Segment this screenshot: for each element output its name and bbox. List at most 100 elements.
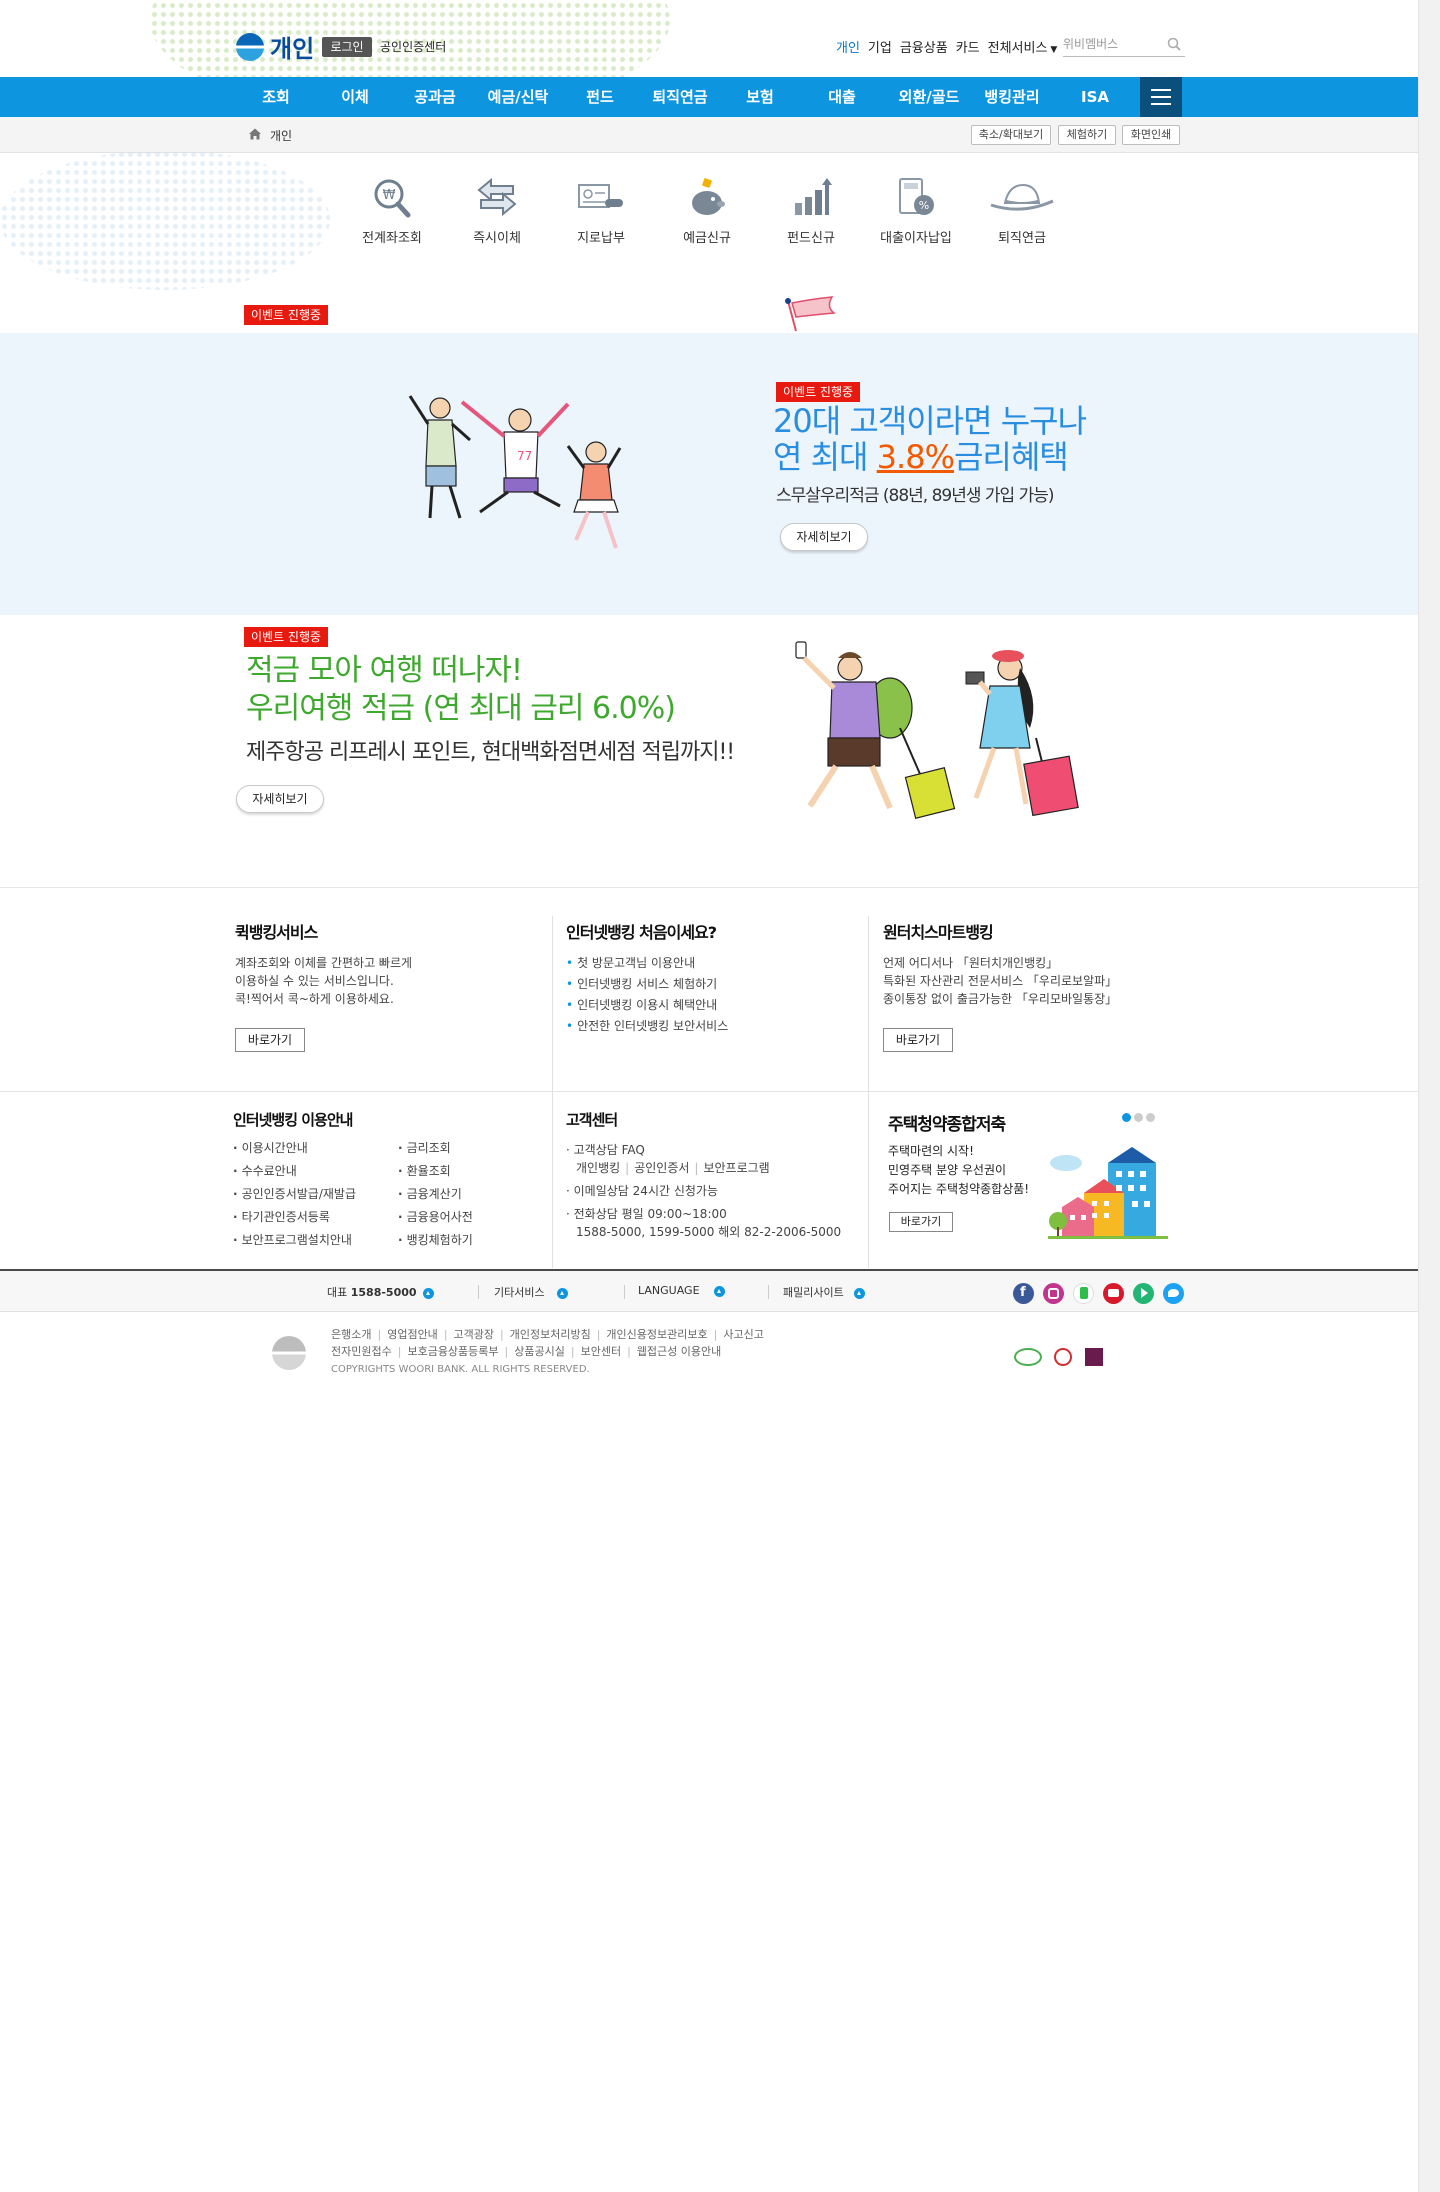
quick-label: 펀드신규 [787, 231, 835, 246]
search-input[interactable] [1063, 33, 1161, 55]
gnb-item-utility[interactable]: 공과금 [395, 77, 475, 117]
promo-go-button[interactable]: 바로가기 [889, 1212, 953, 1232]
guide-link[interactable]: 보안프로그램설치안내 [233, 1229, 356, 1252]
language-toggle[interactable]: LANGUAGE [638, 1284, 725, 1297]
menu-icon[interactable] [1140, 77, 1182, 117]
quick-new-deposit[interactable]: 예금신규 [657, 175, 757, 255]
footer-link[interactable]: 개인정보처리방침 [510, 1328, 591, 1341]
first-time-link[interactable]: 안전한 인터넷뱅킹 보안서비스 [566, 1016, 728, 1037]
top-nav-products[interactable]: 금융상품 [900, 37, 948, 56]
login-button[interactable]: 로그인 [322, 37, 372, 57]
pager-dot-active[interactable] [1122, 1113, 1131, 1122]
gnb-item-loan[interactable]: 대출 [802, 77, 882, 117]
separator: | [377, 1328, 382, 1341]
footer-link[interactable]: 보안센터 [581, 1345, 621, 1358]
footer-link[interactable]: 개인신용정보관리보호 [606, 1328, 707, 1341]
first-time-link[interactable]: 첫 방문고객님 이용안내 [566, 953, 728, 974]
faq-cert-link[interactable]: 공인인증서 [634, 1161, 689, 1175]
faq-personal-link[interactable]: 개인뱅킹 [576, 1161, 620, 1175]
banner1-title: 20대 고객이라면 누구나 연 최대 3.8%금리혜택 [773, 402, 1087, 476]
family-site-toggle[interactable]: 패밀리사이트 [783, 1284, 865, 1300]
expand-up-icon [422, 1287, 434, 1299]
print-button[interactable]: 화면인쇄 [1122, 125, 1180, 145]
banner1-title-line1: 20대 고객이라면 누구나 [773, 402, 1087, 440]
top-nav-all-services[interactable]: 전체서비스 ▼ [988, 37, 1058, 56]
experience-button[interactable]: 체험하기 [1058, 125, 1116, 145]
guide-link[interactable]: 수수료안내 [233, 1160, 356, 1183]
logo-text[interactable]: 개인 [270, 29, 314, 64]
top-nav-corporate[interactable]: 기업 [868, 37, 892, 56]
separator [768, 1285, 769, 1299]
event-banner-1[interactable]: 77 이벤트 진행중 20대 고객이라면 누구나 연 최대 3.8%금리혜택 스… [0, 333, 1418, 615]
gnb-item-insurance[interactable]: 보험 [720, 77, 800, 117]
gnb-item-deposit[interactable]: 예금/신탁 [477, 77, 559, 117]
main-nav: 조회 이체 공과금 예금/신탁 펀드 퇴직연금 보험 대출 외환/골드 뱅킹관리… [0, 77, 1418, 117]
play-icon[interactable] [1133, 1283, 1154, 1304]
quick-loan-interest[interactable]: % 대출이자납입 [866, 175, 966, 255]
banner2-more-button[interactable]: 자세히보기 [236, 785, 324, 813]
guide-link[interactable]: 타기관인증서등록 [233, 1206, 356, 1229]
footer-link[interactable]: 사고신고 [723, 1328, 763, 1341]
guide-link[interactable]: 뱅킹체험하기 [398, 1229, 473, 1252]
other-services-toggle[interactable]: 기타서비스 [494, 1284, 568, 1300]
email-consult-link[interactable]: 이메일상담 [574, 1184, 629, 1198]
guide-link[interactable]: 금리조회 [398, 1137, 473, 1160]
faq-link[interactable]: 고객상담 FAQ [574, 1143, 645, 1157]
apartment-illustration [1048, 1147, 1168, 1239]
youtube-icon[interactable] [1103, 1283, 1124, 1304]
footer-link[interactable]: 보호금융상품등록부 [407, 1345, 498, 1358]
site-header: 개인 로그인 공인인증센터 개인 기업 금융상품 카드 전체서비스 ▼ [0, 0, 1418, 77]
gnb-item-fund[interactable]: 펀드 [560, 77, 640, 117]
customer-center-title: 고객센터 [566, 1111, 618, 1129]
footer-link[interactable]: 전자민원접수 [331, 1345, 392, 1358]
guide-link[interactable]: 이용시간안내 [233, 1137, 356, 1160]
footer-link[interactable]: 웹접근성 이용안내 [637, 1345, 721, 1358]
footer-link[interactable]: 은행소개 [331, 1328, 371, 1341]
quick-giro-payment[interactable]: 지로납부 [551, 175, 651, 255]
guide-link[interactable]: 금융용어사전 [398, 1206, 473, 1229]
gnb-item-isa[interactable]: ISA [1055, 77, 1135, 117]
blog-icon[interactable] [1073, 1283, 1094, 1304]
guide-link[interactable]: 환율조회 [398, 1160, 473, 1183]
first-time-link[interactable]: 인터넷뱅킹 이용시 혜택안내 [566, 995, 728, 1016]
instagram-icon[interactable] [1043, 1283, 1064, 1304]
pager-dot[interactable] [1146, 1113, 1155, 1122]
top-nav-personal[interactable]: 개인 [836, 37, 860, 56]
quick-new-fund[interactable]: 펀드신규 [761, 175, 861, 255]
quick-banking-go-button[interactable]: 바로가기 [235, 1028, 305, 1052]
gnb-item-banking-mgmt[interactable]: 뱅킹관리 [972, 77, 1052, 117]
banner1-rate: 3.8% [876, 438, 955, 476]
quick-instant-transfer[interactable]: 즉시이체 [447, 175, 547, 255]
gnb-item-pension[interactable]: 퇴직연금 [640, 77, 720, 117]
vertical-scrollbar[interactable] [1418, 0, 1440, 2192]
faq-security-link[interactable]: 보안프로그램 [703, 1161, 769, 1175]
search-icon[interactable] [1167, 37, 1181, 51]
cert-center-link[interactable]: 공인인증센터 [380, 38, 446, 55]
home-icon[interactable] [248, 127, 262, 141]
expand-up-icon [713, 1285, 725, 1297]
quick-banking-line: 이용하실 수 있는 서비스입니다. [235, 974, 394, 988]
gnb-item-transfer[interactable]: 이체 [315, 77, 395, 117]
first-time-link[interactable]: 인터넷뱅킹 서비스 체험하기 [566, 974, 728, 995]
pager-dot[interactable] [1134, 1113, 1143, 1122]
footer-link[interactable]: 상품공시실 [514, 1345, 565, 1358]
woori-logo-icon[interactable] [236, 33, 264, 61]
zoom-button[interactable]: 축소/확대보기 [971, 125, 1051, 145]
footer-link[interactable]: 영업점안내 [387, 1328, 438, 1341]
facebook-icon[interactable]: f [1013, 1283, 1034, 1304]
twitter-icon[interactable] [1163, 1283, 1184, 1304]
main-phone[interactable]: 대표 1588-5000 [327, 1284, 434, 1300]
banner1-more-button[interactable]: 자세히보기 [780, 523, 868, 551]
email-row: · 이메일상담 24시간 신청가능 [566, 1184, 718, 1198]
guide-link[interactable]: 금융계산기 [398, 1183, 473, 1206]
quick-retirement-pension[interactable]: 퇴직연금 [972, 175, 1072, 255]
banner1-subtitle: 스무살우리적금 (88년, 89년생 가입 가능) [776, 486, 1055, 506]
smart-banking-go-button[interactable]: 바로가기 [883, 1028, 953, 1052]
quick-all-accounts[interactable]: ₩ 전계좌조회 [342, 175, 442, 255]
top-nav-card[interactable]: 카드 [956, 37, 980, 56]
gnb-item-forex-gold[interactable]: 외환/골드 [887, 77, 971, 117]
quick-label: 퇴직연금 [998, 231, 1046, 246]
guide-link[interactable]: 공인인증서발급/재발급 [233, 1183, 356, 1206]
footer-link[interactable]: 고객광장 [454, 1328, 494, 1341]
gnb-item-inquiry[interactable]: 조회 [236, 77, 316, 117]
